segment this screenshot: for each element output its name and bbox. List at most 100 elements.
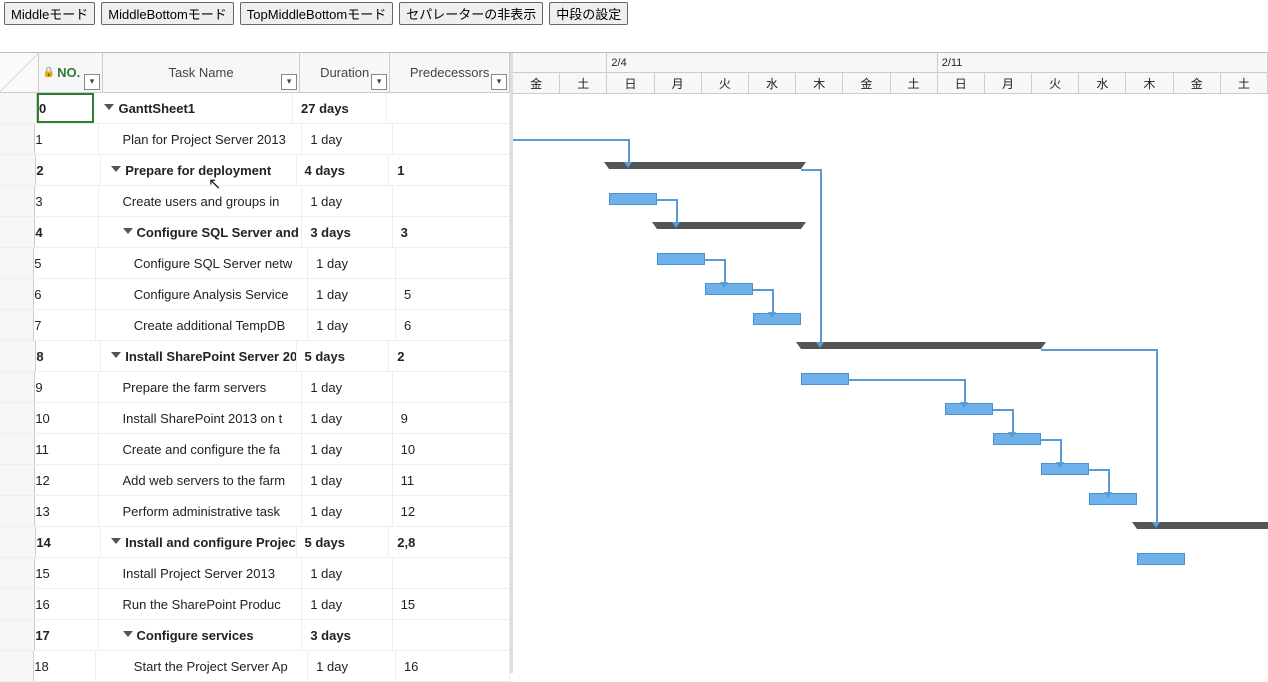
cell-duration[interactable]: 1 day — [302, 589, 392, 619]
cell-duration[interactable]: 1 day — [302, 186, 392, 216]
column-header-predecessors[interactable]: Predecessors ▾ — [390, 53, 510, 93]
task-grid[interactable]: 🔒 NO. ▾ Task Name ▾ Duration ▾ Predecess… — [0, 53, 513, 673]
mode-middle-bottom-button[interactable]: MiddleBottomモード — [101, 2, 233, 25]
cell-no[interactable]: 13 — [35, 496, 98, 526]
expand-icon[interactable] — [104, 104, 114, 110]
cell-predecessors[interactable]: 5 — [396, 279, 510, 309]
row-header[interactable] — [0, 93, 37, 123]
column-header-no[interactable]: 🔒 NO. ▾ — [39, 53, 103, 93]
cell-predecessors[interactable]: 16 — [396, 651, 510, 681]
cell-duration[interactable]: 4 days — [297, 155, 390, 185]
cell-task[interactable]: Plan for Project Server 2013 — [99, 124, 303, 154]
row-header[interactable] — [0, 651, 34, 681]
cell-task[interactable]: Configure services — [99, 620, 303, 650]
gantt-task-bar[interactable] — [945, 403, 993, 415]
row-header[interactable] — [0, 341, 36, 371]
cell-duration[interactable]: 1 day — [302, 558, 392, 588]
table-row[interactable]: 2Prepare for deployment4 days1 — [0, 155, 510, 186]
cell-no[interactable]: 11 — [35, 434, 98, 464]
row-header[interactable] — [0, 465, 35, 495]
row-header[interactable] — [0, 217, 35, 247]
expand-icon[interactable] — [123, 228, 133, 234]
cell-duration[interactable]: 1 day — [308, 279, 396, 309]
table-row[interactable]: 10Install SharePoint 2013 on t1 day9 — [0, 403, 510, 434]
table-row[interactable]: 7Create additional TempDB1 day6 — [0, 310, 510, 341]
row-header[interactable] — [0, 496, 35, 526]
grid-body[interactable]: 0GanttSheet127 days1Plan for Project Ser… — [0, 93, 510, 682]
cell-predecessors[interactable]: 10 — [393, 434, 510, 464]
cell-duration[interactable]: 1 day — [302, 465, 392, 495]
cell-predecessors[interactable]: 12 — [393, 496, 510, 526]
cell-predecessors[interactable]: 9 — [393, 403, 510, 433]
expand-icon[interactable] — [111, 538, 121, 544]
cell-no[interactable]: 18 — [34, 651, 96, 681]
cell-predecessors[interactable] — [393, 124, 510, 154]
cell-task[interactable]: Configure Analysis Service — [96, 279, 308, 309]
row-header[interactable] — [0, 310, 34, 340]
cell-no[interactable]: 7 — [34, 310, 96, 340]
gantt-task-bar[interactable] — [1137, 553, 1185, 565]
gantt-task-bar[interactable] — [705, 283, 753, 295]
row-header[interactable] — [0, 589, 35, 619]
column-header-duration[interactable]: Duration ▾ — [300, 53, 390, 93]
cell-predecessors[interactable]: 15 — [393, 589, 510, 619]
row-header[interactable] — [0, 279, 34, 309]
cell-no[interactable]: 14 — [36, 527, 101, 557]
cell-task[interactable]: Prepare for deployment — [101, 155, 296, 185]
cell-no[interactable]: 1 — [35, 124, 98, 154]
expand-icon[interactable] — [123, 631, 133, 637]
cell-predecessors[interactable]: 11 — [393, 465, 510, 495]
table-row[interactable]: 16Run the SharePoint Produc1 day15 — [0, 589, 510, 620]
cell-duration[interactable]: 1 day — [308, 651, 396, 681]
row-header[interactable] — [0, 248, 34, 278]
cell-predecessors[interactable]: 6 — [396, 310, 510, 340]
table-row[interactable]: 9Prepare the farm servers1 day — [0, 372, 510, 403]
cell-duration[interactable]: 1 day — [308, 310, 396, 340]
cell-predecessors[interactable] — [393, 186, 510, 216]
table-row[interactable]: 15Install Project Server 20131 day — [0, 558, 510, 589]
table-row[interactable]: 3Create users and groups in1 day — [0, 186, 510, 217]
cell-no[interactable]: 2 — [36, 155, 101, 185]
row-header[interactable] — [0, 620, 35, 650]
cell-task[interactable]: Create users and groups in — [99, 186, 303, 216]
gantt-task-bar[interactable] — [801, 373, 849, 385]
gantt-task-bar[interactable] — [1089, 493, 1137, 505]
cell-task[interactable]: Add web servers to the farm — [99, 465, 303, 495]
select-all-corner[interactable] — [0, 53, 39, 93]
cell-predecessors[interactable]: 2,8 — [389, 527, 510, 557]
cell-task[interactable]: Prepare the farm servers — [99, 372, 303, 402]
filter-button-no[interactable]: ▾ — [84, 74, 100, 90]
cell-task[interactable]: GanttSheet1 — [94, 93, 293, 123]
cell-no[interactable]: 6 — [34, 279, 96, 309]
table-row[interactable]: 13Perform administrative task1 day12 — [0, 496, 510, 527]
cell-duration[interactable]: 5 days — [297, 341, 390, 371]
gantt-summary-bar[interactable] — [609, 162, 801, 169]
cell-no[interactable]: 5 — [34, 248, 96, 278]
cell-duration[interactable]: 5 days — [297, 527, 390, 557]
cell-predecessors[interactable] — [393, 558, 510, 588]
cell-task[interactable]: Install SharePoint Server 20 — [101, 341, 296, 371]
cell-task[interactable]: Install and configure Project — [101, 527, 296, 557]
gantt-task-bar[interactable] — [657, 253, 705, 265]
cell-no[interactable]: 4 — [35, 217, 98, 247]
cell-no[interactable]: 3 — [35, 186, 98, 216]
table-row[interactable]: 8Install SharePoint Server 205 days2 — [0, 341, 510, 372]
cell-predecessors[interactable] — [396, 248, 510, 278]
gantt-task-bar[interactable] — [609, 193, 657, 205]
column-header-task[interactable]: Task Name ▾ — [103, 53, 300, 93]
filter-button-task[interactable]: ▾ — [281, 74, 297, 90]
hide-separator-button[interactable]: セパレーターの非表示 — [399, 2, 543, 25]
mode-top-middle-bottom-button[interactable]: TopMiddleBottomモード — [240, 2, 393, 25]
cell-task[interactable]: Perform administrative task — [99, 496, 303, 526]
table-row[interactable]: 11Create and configure the fa1 day10 — [0, 434, 510, 465]
cell-no[interactable]: 15 — [35, 558, 98, 588]
cell-predecessors[interactable] — [393, 372, 510, 402]
cell-predecessors[interactable] — [387, 93, 510, 123]
table-row[interactable]: 18Start the Project Server Ap1 day16 — [0, 651, 510, 682]
cell-duration[interactable]: 1 day — [302, 372, 392, 402]
cell-no[interactable]: 8 — [36, 341, 101, 371]
expand-icon[interactable] — [111, 352, 121, 358]
cell-task[interactable]: Install Project Server 2013 — [99, 558, 303, 588]
middle-settings-button[interactable]: 中段の設定 — [549, 2, 628, 25]
row-header[interactable] — [0, 558, 35, 588]
